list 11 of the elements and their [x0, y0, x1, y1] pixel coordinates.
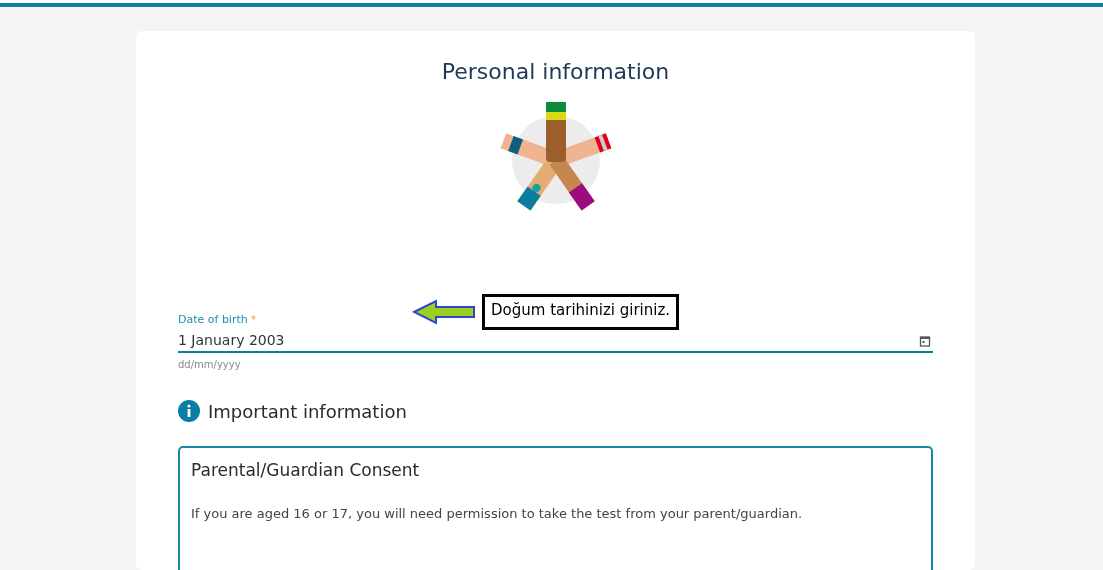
arrow-icon — [412, 299, 476, 325]
page-title: Personal information — [440, 59, 671, 84]
notice-text: If you are aged 16 or 17, you will need permission to take the test from your parent/guardian. — [191, 506, 804, 521]
field-hint: dd/mm/yyyy — [178, 359, 242, 370]
calendar-icon[interactable] — [919, 335, 931, 347]
info-icon — [178, 400, 200, 422]
section-heading: Important information — [208, 400, 407, 422]
notice-title: Parental/Guardian Consent — [191, 460, 421, 480]
field-label: Date of birth — [178, 313, 248, 326]
annotation-callout: Doğum tarihinizi giriniz. — [482, 294, 680, 330]
required-mark: * — [250, 313, 257, 326]
